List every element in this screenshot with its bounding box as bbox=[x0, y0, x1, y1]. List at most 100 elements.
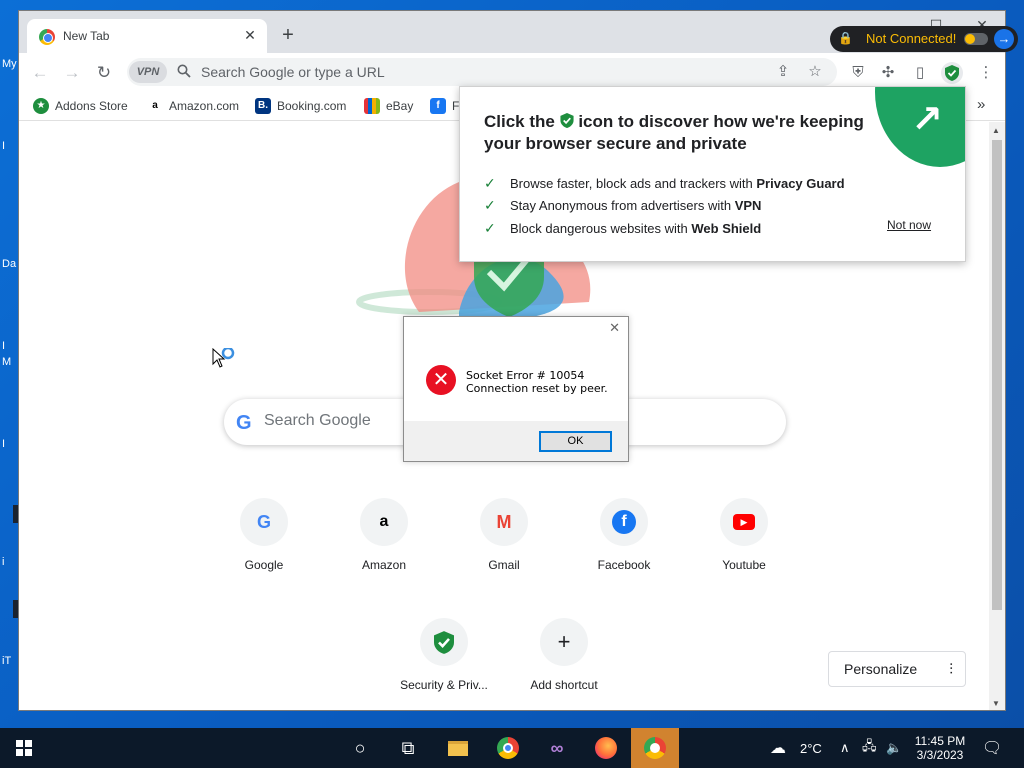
task-view-icon[interactable]: ⧉ bbox=[384, 728, 432, 768]
sliders-icon: ⫶ bbox=[949, 661, 953, 678]
personalize-button[interactable]: Personalize ⫶ bbox=[828, 651, 966, 687]
desktop-icon-label[interactable]: i bbox=[2, 556, 4, 568]
ok-button[interactable]: OK bbox=[539, 431, 612, 452]
shortcut-label: Amazon bbox=[361, 558, 407, 572]
feature-text: Browse faster, block ads and trackers wi… bbox=[510, 175, 757, 191]
shortcut-amazon[interactable]: a Amazon bbox=[336, 498, 432, 572]
network-icon[interactable]: 🖧 bbox=[862, 728, 877, 768]
facebook-icon: f bbox=[430, 98, 446, 114]
addons-store-icon: ★ bbox=[33, 98, 49, 114]
side-panel-icon[interactable]: ▯ bbox=[909, 62, 931, 84]
tab-new-tab[interactable]: New Tab ✕ bbox=[27, 19, 267, 53]
back-arrow-icon[interactable]: ← bbox=[29, 62, 51, 84]
desktop-icon-label[interactable]: M bbox=[2, 356, 11, 368]
bookmark-ebay[interactable]: eBay bbox=[364, 98, 413, 114]
feature-name: VPN bbox=[734, 198, 762, 214]
weather-temp[interactable]: 2°C bbox=[800, 728, 822, 768]
amazon-icon: a bbox=[152, 100, 158, 111]
promo-heading: Click the icon to discover how we're kee… bbox=[484, 111, 874, 155]
error-message: Socket Error # 10054 Connection reset by… bbox=[466, 369, 608, 395]
bookmark-booking[interactable]: B. Booking.com bbox=[255, 98, 346, 114]
plus-icon: + bbox=[540, 618, 588, 666]
feature-text: Block dangerous websites with bbox=[510, 220, 692, 236]
file-explorer-icon[interactable] bbox=[434, 728, 482, 768]
firefox-icon[interactable] bbox=[582, 728, 630, 768]
privacy-extension-icon[interactable]: ⛨ bbox=[847, 62, 869, 84]
feature-name: Privacy Guard bbox=[756, 175, 845, 191]
bookmark-label: eBay bbox=[386, 99, 414, 113]
desktop-icon-label[interactable]: iT bbox=[2, 655, 11, 667]
desktop-icon-label[interactable]: I bbox=[2, 140, 5, 152]
shield-icon bbox=[420, 618, 468, 666]
address-bar-placeholder: Search Google or type a URL bbox=[201, 64, 385, 80]
search-icon bbox=[177, 64, 191, 78]
shortcut-label: Security & Priv... bbox=[400, 678, 488, 692]
search-circle-icon[interactable]: ○ bbox=[336, 728, 384, 768]
shortcut-security-privacy[interactable]: Security & Priv... bbox=[396, 618, 492, 692]
bookmark-label: Addons Store bbox=[55, 99, 128, 113]
desktop-icon-label[interactable]: My bbox=[2, 58, 17, 70]
not-now-link[interactable]: Not now bbox=[887, 218, 931, 232]
error-code: Socket Error # 10054 bbox=[466, 369, 585, 382]
vpn-status-text: Not Connected! bbox=[866, 31, 957, 46]
notifications-icon[interactable]: 🗨 bbox=[982, 728, 1002, 768]
weather-cloud-icon[interactable]: ☁ bbox=[770, 728, 786, 768]
menu-kebab-icon[interactable]: ⋮ bbox=[975, 62, 997, 84]
address-bar[interactable]: VPN Search Google or type a URL ⇪ ☆ bbox=[127, 58, 837, 86]
busy-cursor-icon bbox=[212, 348, 235, 368]
shortcut-gmail[interactable]: M Gmail bbox=[456, 498, 552, 572]
personalize-label: Personalize bbox=[844, 661, 918, 677]
close-icon[interactable]: ✕ bbox=[609, 320, 620, 336]
check-icon: ✓ bbox=[484, 197, 496, 214]
security-shield-icon[interactable] bbox=[941, 62, 963, 84]
add-shortcut-button[interactable]: + Add shortcut bbox=[516, 618, 612, 692]
shortcut-label: Facebook bbox=[597, 558, 651, 572]
shortcut-facebook[interactable]: f Facebook bbox=[576, 498, 672, 572]
shortcut-google[interactable]: G Google bbox=[216, 498, 312, 572]
shield-icon bbox=[560, 113, 574, 128]
bookmark-amazon[interactable]: a Amazon.com bbox=[147, 98, 239, 114]
bookmark-star-icon[interactable]: ☆ bbox=[805, 62, 825, 82]
list-item: ✓ Stay Anonymous from advertisers with VP… bbox=[484, 195, 845, 218]
tray-chevron-up-icon[interactable]: ∧ bbox=[840, 728, 850, 768]
bookmark-addons-store[interactable]: ★ Addons Store bbox=[33, 98, 128, 114]
desktop-icon-label[interactable]: Da bbox=[2, 258, 16, 270]
promo-heading-start: Click the bbox=[484, 112, 555, 131]
bookmarks-overflow-chevron[interactable]: » bbox=[977, 96, 985, 113]
shortcut-youtube[interactable]: ▶ Youtube bbox=[696, 498, 792, 572]
start-windows-icon[interactable] bbox=[0, 728, 48, 768]
desktop-icon-label[interactable]: I bbox=[2, 438, 5, 450]
chrome-icon[interactable] bbox=[484, 728, 532, 768]
error-detail: Connection reset by peer. bbox=[466, 382, 608, 395]
volume-icon[interactable]: 🔈 bbox=[886, 728, 902, 768]
vertical-scrollbar[interactable]: ▲ ▼ bbox=[989, 122, 1005, 710]
scroll-down-arrow-icon[interactable]: ▼ bbox=[992, 699, 1000, 708]
taskbar: ○ ⧉ ∞ ☁ 2°C ∧ 🖧 🔈 11:45 PM 3/3/2023 🗨 bbox=[0, 728, 1024, 768]
reload-icon[interactable]: ↻ bbox=[93, 62, 115, 84]
error-icon: ✕ bbox=[426, 365, 456, 395]
dialog-body: ✕ ✕ Socket Error # 10054 Connection rese… bbox=[404, 317, 628, 421]
search-placeholder: Search Google bbox=[264, 412, 371, 429]
security-promo-popup: ↗ Click the icon to discover how we're k… bbox=[459, 86, 966, 262]
visual-studio-icon[interactable]: ∞ bbox=[533, 728, 581, 768]
amazon-icon: a bbox=[360, 498, 408, 546]
tab-close-icon[interactable]: ✕ bbox=[241, 26, 259, 44]
shortcut-label: Google bbox=[244, 558, 284, 572]
scrollbar-thumb[interactable] bbox=[992, 140, 1002, 610]
share-icon[interactable]: ⇪ bbox=[773, 62, 793, 82]
promo-feature-list: ✓ Browse faster, block ads and trackers w… bbox=[484, 172, 845, 240]
forward-arrow-icon[interactable]: → bbox=[61, 62, 83, 84]
vpn-toggle[interactable] bbox=[964, 33, 988, 45]
new-tab-button[interactable]: + bbox=[277, 25, 299, 47]
extensions-puzzle-icon[interactable]: ✣ bbox=[877, 62, 899, 84]
secure-browser-taskbar-icon[interactable] bbox=[631, 728, 679, 768]
clock[interactable]: 11:45 PM 3/3/2023 bbox=[912, 728, 968, 768]
vpn-status-widget[interactable]: 🔒 Not Connected! → bbox=[830, 26, 1018, 52]
vpn-badge[interactable]: VPN bbox=[129, 61, 167, 83]
youtube-icon: ▶ bbox=[720, 498, 768, 546]
feature-name: Web Shield bbox=[691, 220, 762, 236]
desktop-icon-label[interactable]: I bbox=[2, 340, 5, 352]
shortcut-label: Add shortcut bbox=[530, 678, 598, 692]
vpn-connect-arrow-icon[interactable]: → bbox=[994, 29, 1014, 49]
scroll-up-arrow-icon[interactable]: ▲ bbox=[992, 126, 1000, 135]
